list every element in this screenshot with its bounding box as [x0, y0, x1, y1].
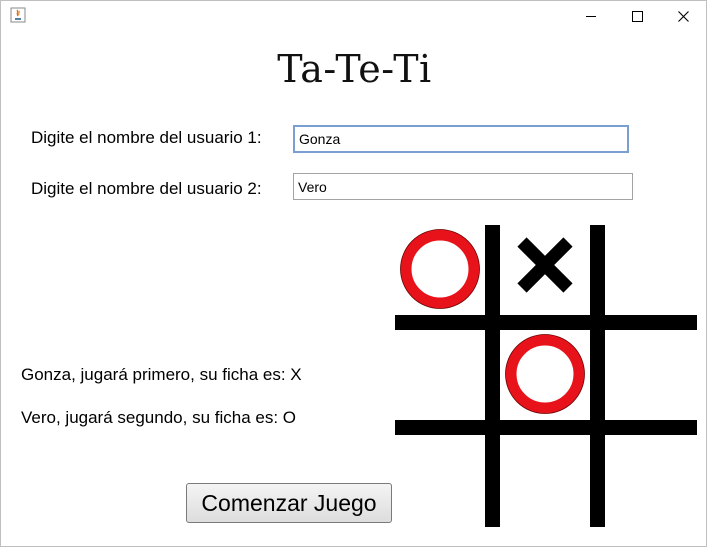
board-grid-line-h1 [395, 315, 697, 330]
board-cell-4-o-mark [505, 334, 585, 414]
board-cell-0-o-outline [400, 229, 480, 309]
page-title: Ta-Te-Ti [277, 47, 432, 91]
board-grid-line-h2 [395, 420, 697, 435]
board-cell-4-o-outline [505, 334, 585, 414]
user1-label: Digite el nombre del usuario 1: [31, 128, 262, 147]
title-bar[interactable] [1, 1, 706, 31]
first-player-info: Gonza, jugará primero, su ficha es: X [21, 365, 302, 384]
user2-label: Digite el nombre del usuario 2: [31, 179, 262, 198]
user1-name-field[interactable] [293, 125, 629, 153]
user2-name-field[interactable] [293, 173, 633, 200]
app-window: Ta-Te-Ti Digite el nombre del usuario 1:… [0, 0, 707, 547]
board-grid-line-v2 [590, 225, 605, 527]
tic-tac-toe-board [395, 225, 697, 527]
close-button[interactable] [660, 1, 706, 31]
minimize-button[interactable] [568, 1, 614, 31]
start-game-button[interactable]: Comenzar Juego [186, 483, 392, 523]
java-app-icon [10, 7, 26, 23]
maximize-button[interactable] [614, 1, 660, 31]
close-icon [677, 10, 689, 22]
minimize-icon [586, 15, 596, 17]
second-player-info: Vero, jugará segundo, su ficha es: O [21, 408, 297, 427]
board-cell-0-o-mark [400, 229, 480, 309]
board-cell-1-x-mark [517, 237, 573, 293]
maximize-icon [631, 10, 643, 22]
board-grid-line-v1 [485, 225, 500, 527]
